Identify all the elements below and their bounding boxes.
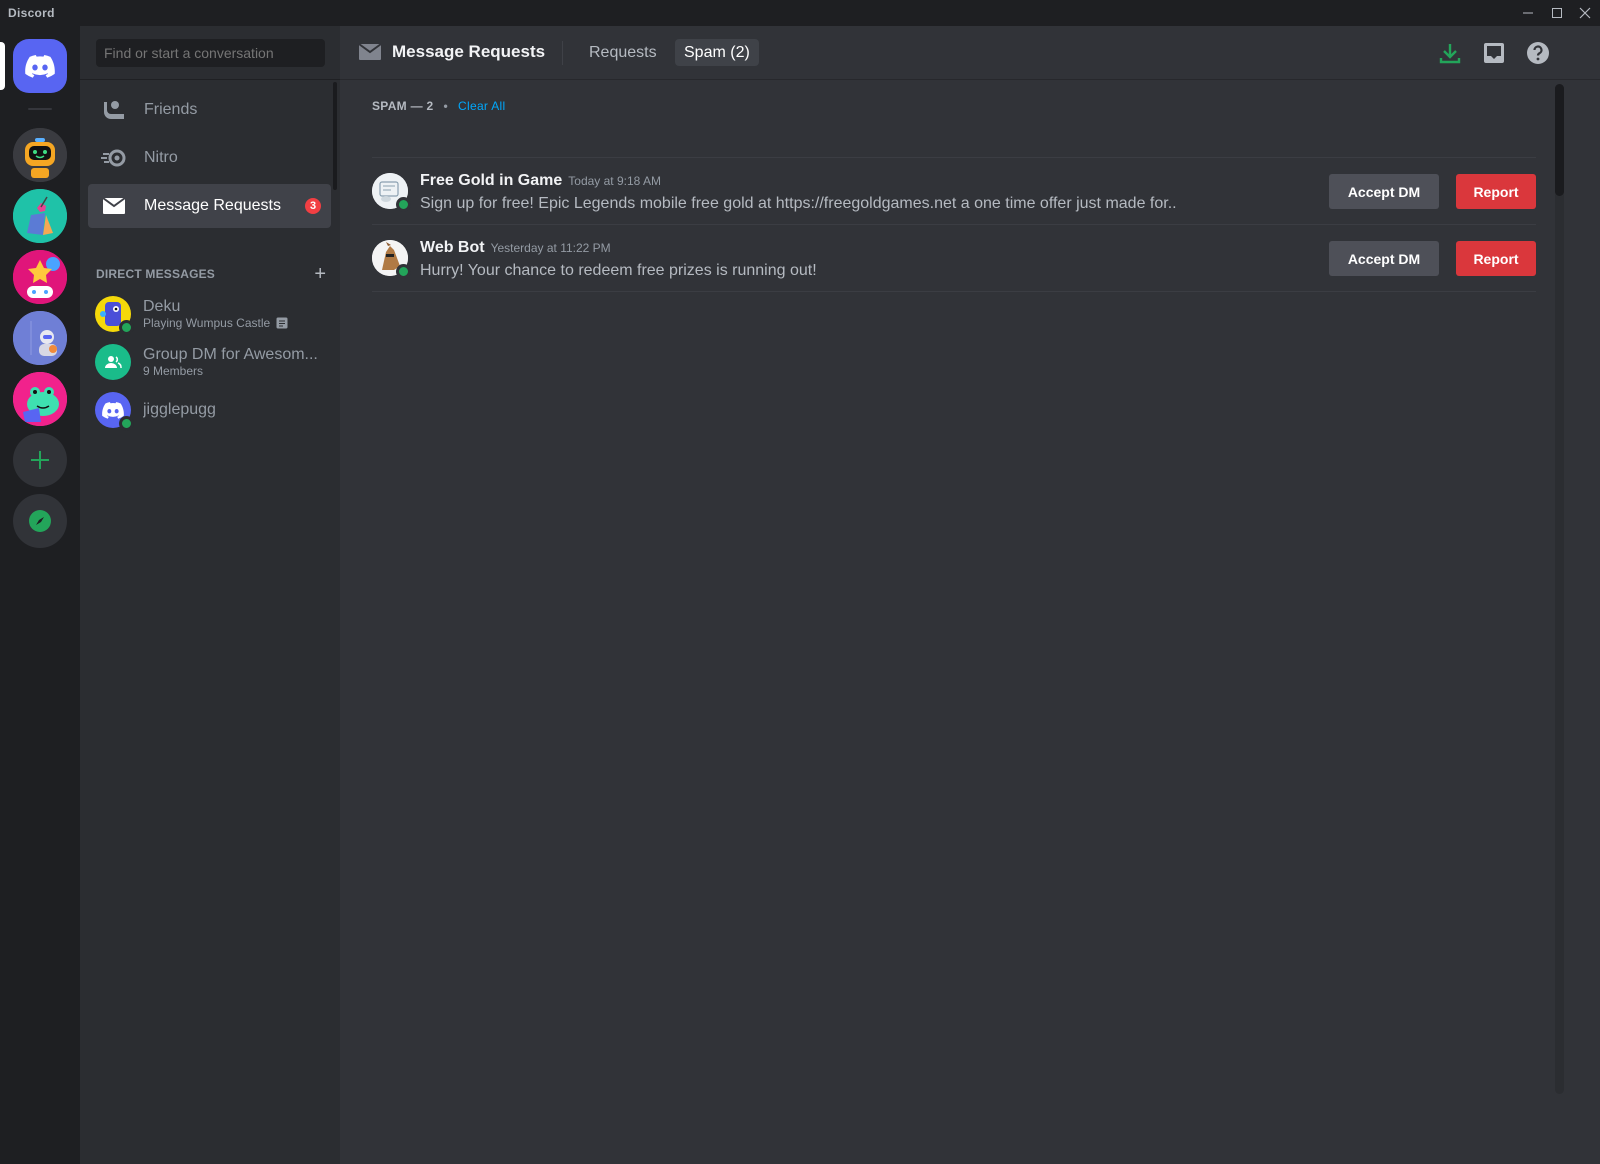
tab-requests[interactable]: Requests — [580, 39, 666, 66]
main-panel: Message Requests Requests Spam (2) SPAM … — [340, 26, 1600, 1164]
dm-header: DIRECT MESSAGES + — [96, 264, 326, 284]
nav-friends[interactable]: Friends — [88, 88, 331, 132]
nav-nitro[interactable]: Nitro — [88, 136, 331, 180]
sender-name[interactable]: Web Bot — [420, 239, 485, 257]
online-status-icon — [396, 197, 411, 212]
nav-label: Nitro — [144, 149, 178, 166]
avatar — [372, 240, 411, 279]
avatar — [95, 296, 134, 335]
server-frog[interactable] — [13, 372, 67, 426]
avatar — [95, 392, 134, 431]
main-header: Message Requests Requests Spam (2) — [340, 26, 1600, 80]
separator-dot: • — [443, 99, 449, 113]
avatar — [372, 173, 411, 212]
dm-name: Group DM for Awesom... — [143, 346, 318, 363]
timestamp: Today at 9:18 AM — [568, 174, 661, 188]
compass-icon — [29, 510, 51, 532]
mail-icon — [101, 194, 127, 218]
sender-name[interactable]: Free Gold in Game — [420, 172, 562, 190]
robot-avatar-icon — [13, 128, 67, 182]
accept-dm-button[interactable]: Accept DM — [1329, 241, 1439, 276]
search-area — [80, 26, 340, 80]
add-server-button[interactable] — [13, 433, 67, 487]
server-pink[interactable] — [13, 250, 67, 304]
selected-indicator — [0, 42, 5, 90]
server-space[interactable] — [13, 311, 67, 365]
dm-name: Deku — [143, 298, 181, 315]
dm-header-label: DIRECT MESSAGES — [96, 267, 216, 281]
accept-dm-button[interactable]: Accept DM — [1329, 174, 1439, 209]
dm-name: jigglepugg — [143, 401, 216, 418]
maximize-icon — [1552, 8, 1562, 18]
mail-icon — [358, 43, 382, 66]
message-request-row[interactable]: Web Bot Yesterday at 11:22 PM Hurry! You… — [372, 224, 1536, 292]
download-button[interactable] — [1437, 40, 1463, 66]
dm-item[interactable]: jigglepugg — [88, 388, 331, 432]
tab-spam[interactable]: Spam (2) — [675, 39, 759, 66]
close-button[interactable] — [1571, 0, 1599, 26]
gamer-avatar-icon — [13, 250, 67, 304]
activity-text: Playing Wumpus Castle — [143, 316, 271, 330]
clear-all-link[interactable]: Clear All — [458, 99, 505, 113]
nav-label: Message Requests — [144, 197, 281, 214]
page-title: Message Requests — [392, 42, 546, 61]
explore-servers-button[interactable] — [13, 494, 67, 548]
astronaut-avatar-icon — [13, 311, 67, 365]
discord-default-avatar-icon — [102, 401, 124, 419]
message-preview: Hurry! Your chance to redeem free prizes… — [420, 262, 817, 279]
server-teal[interactable] — [13, 189, 67, 243]
spam-count-label: SPAM — 2 — [372, 99, 434, 113]
search-input[interactable] — [96, 39, 325, 67]
report-button[interactable]: Report — [1456, 241, 1536, 276]
discord-logo-icon — [25, 54, 55, 78]
message-request-row[interactable]: Free Gold in Game Today at 9:18 AM Sign … — [372, 157, 1536, 225]
dm-activity: Playing Wumpus Castle — [143, 316, 288, 330]
dm-item[interactable]: Group DM for Awesom... 9 Members — [88, 340, 331, 384]
download-icon — [1439, 44, 1461, 64]
section-header: SPAM — 2 • Clear All — [372, 98, 505, 114]
server-separator — [28, 108, 52, 110]
message-preview: Sign up for free! Epic Legends mobile fr… — [420, 195, 1177, 212]
request-meta: Web Bot Yesterday at 11:22 PM — [420, 239, 611, 257]
home-button[interactable] — [13, 39, 67, 93]
minimize-icon — [1523, 12, 1533, 14]
main-scrollbar-thumb[interactable] — [1555, 84, 1564, 196]
minimize-button[interactable] — [1514, 0, 1542, 26]
plus-icon — [31, 451, 49, 469]
nitro-icon — [101, 146, 127, 170]
rich-presence-icon — [276, 317, 288, 329]
member-count: 9 Members — [143, 364, 204, 378]
friends-icon — [101, 98, 127, 122]
group-icon — [105, 356, 122, 369]
inbox-icon — [1484, 43, 1504, 63]
server-robot[interactable] — [13, 128, 67, 182]
dm-sidebar: Friends Nitro Message Requests 3 DIRECT … — [80, 26, 340, 1164]
shopping-bag-avatar-icon — [13, 189, 67, 243]
server-list — [0, 26, 80, 1164]
help-icon — [1527, 42, 1549, 64]
create-dm-button[interactable]: + — [314, 264, 326, 284]
request-meta: Free Gold in Game Today at 9:18 AM — [420, 172, 661, 190]
online-status-icon — [119, 320, 134, 335]
report-button[interactable]: Report — [1456, 174, 1536, 209]
title-bar: Discord — [0, 0, 1600, 26]
header-divider — [562, 41, 563, 65]
maximize-button[interactable] — [1543, 0, 1571, 26]
unread-badge: 3 — [305, 198, 321, 214]
close-icon — [1579, 7, 1591, 19]
online-status-icon — [396, 264, 411, 279]
dm-item[interactable]: Deku Playing Wumpus Castle — [88, 292, 331, 336]
app-name: Discord — [8, 6, 55, 20]
frog-avatar-icon — [13, 372, 67, 426]
sidebar-scrollbar[interactable] — [333, 82, 337, 190]
help-button[interactable] — [1525, 40, 1551, 66]
inbox-button[interactable] — [1481, 40, 1507, 66]
nav-message-requests[interactable]: Message Requests 3 — [88, 184, 331, 228]
timestamp: Yesterday at 11:22 PM — [490, 241, 611, 255]
online-status-icon — [119, 416, 134, 431]
nav-label: Friends — [144, 101, 198, 118]
avatar — [95, 344, 131, 380]
main-scrollbar-track[interactable] — [1555, 84, 1564, 1094]
